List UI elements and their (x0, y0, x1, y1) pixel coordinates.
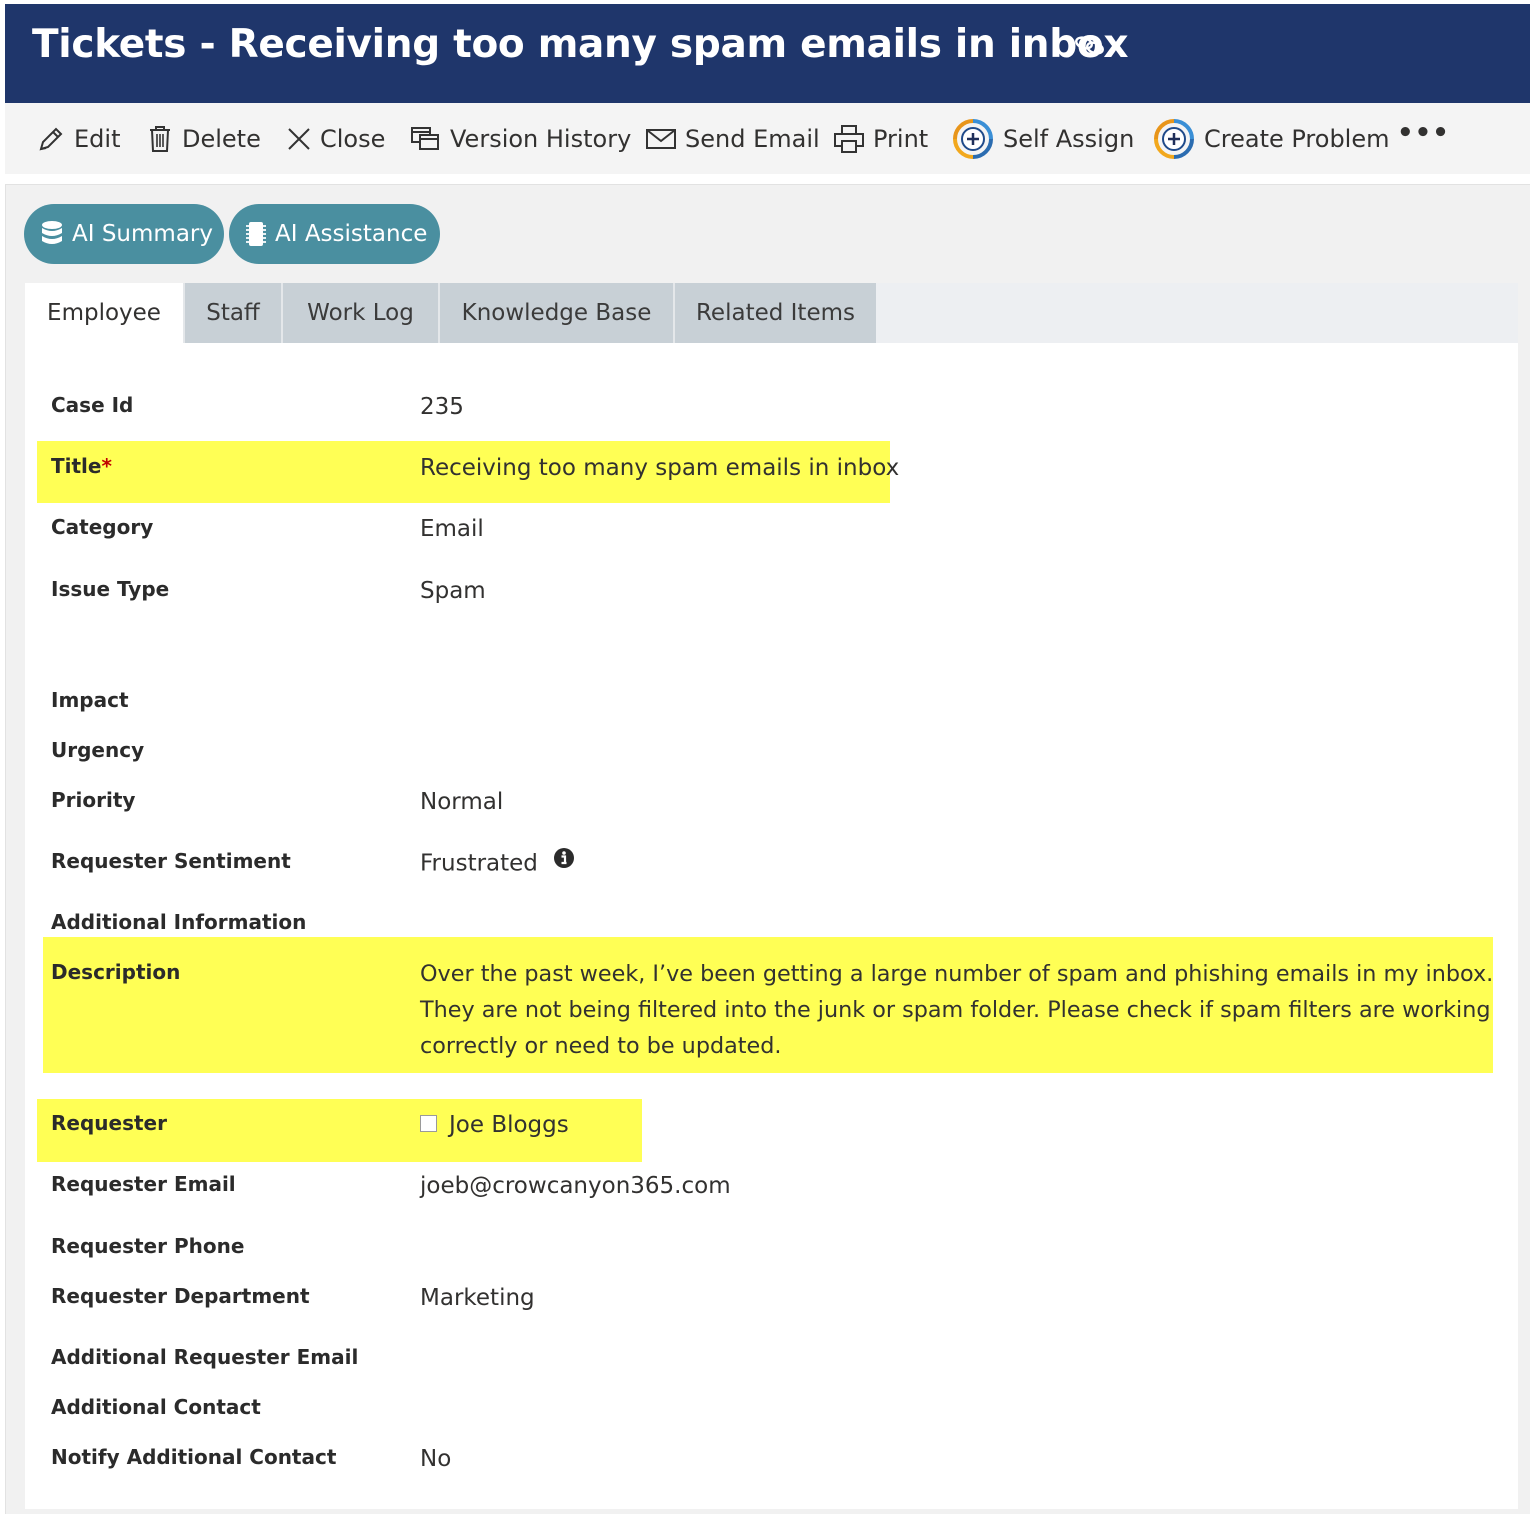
send-email-label: Send Email (685, 124, 820, 153)
required-marker: * (101, 454, 112, 478)
edit-button[interactable]: Edit (36, 103, 120, 174)
requester-name[interactable]: Joe Bloggs (449, 1112, 569, 1138)
tab-work-log[interactable]: Work Log (281, 283, 438, 343)
link-icon[interactable] (1073, 34, 1107, 62)
info-icon[interactable] (553, 847, 575, 875)
form-panel: AI Summary AI Assistance Employee Staff … (5, 184, 1530, 1514)
additional-contact-label: Additional Contact (51, 1395, 261, 1419)
requester-sentiment-label: Requester Sentiment (51, 849, 291, 873)
page-header: Tickets - Receiving too many spam emails… (5, 4, 1530, 103)
trash-icon (150, 125, 170, 152)
delete-button[interactable]: Delete (146, 103, 261, 174)
close-button[interactable]: Close (286, 103, 385, 174)
more-options-button[interactable]: ••• (1397, 97, 1450, 168)
employee-tab-content: Case Id 235 Title* Receiving too many sp… (25, 343, 1518, 1509)
command-toolbar: Edit Delete Close Version History Send E… (5, 103, 1530, 174)
self-assign-button[interactable]: Self Assign (951, 103, 1134, 174)
requester-value: Joe Bloggs (420, 1112, 569, 1138)
title-value: Receiving too many spam emails in inbox (420, 455, 900, 481)
priority-value: Normal (420, 789, 504, 815)
version-history-label: Version History (450, 124, 632, 153)
tab-knowledge-base[interactable]: Knowledge Base (438, 283, 673, 343)
title-label: Title* (51, 454, 112, 478)
delete-label: Delete (182, 124, 261, 153)
requester-sentiment-text: Frustrated (420, 850, 538, 877)
close-icon (288, 127, 310, 150)
requester-checkbox[interactable] (420, 1115, 437, 1132)
close-label: Close (320, 124, 386, 153)
category-label: Category (51, 515, 154, 539)
envelope-icon (646, 128, 676, 149)
additional-information-label: Additional Information (51, 910, 307, 934)
issue-type-label: Issue Type (51, 577, 170, 601)
description-label: Description (51, 960, 181, 984)
title-label-text: Title (51, 454, 102, 478)
print-button[interactable]: Print (833, 103, 928, 174)
category-value: Email (420, 516, 484, 542)
impact-label: Impact (51, 688, 129, 712)
description-value: Over the past week, I’ve been getting a … (420, 961, 1494, 1059)
pencil-icon (39, 127, 63, 150)
version-history-icon (411, 126, 439, 150)
page-title: Tickets - Receiving too many spam emails… (32, 22, 1129, 67)
edit-label: Edit (74, 124, 121, 153)
printer-icon (834, 124, 864, 153)
requester-phone-label: Requester Phone (51, 1234, 245, 1258)
ai-summary-button[interactable]: AI Summary (24, 204, 224, 264)
tab-staff[interactable]: Staff (183, 283, 281, 343)
self-assign-label: Self Assign (1003, 124, 1135, 153)
version-history-button[interactable]: Version History (410, 103, 631, 174)
requester-label: Requester (51, 1111, 167, 1135)
send-email-button[interactable]: Send Email (645, 103, 820, 174)
tab-bar: Employee Staff Work Log Knowledge Base R… (25, 283, 1518, 343)
create-problem-label: Create Problem (1204, 124, 1390, 153)
ai-assistance-label: AI Assistance (275, 221, 428, 247)
requester-department-value: Marketing (420, 1285, 535, 1311)
urgency-label: Urgency (51, 738, 145, 762)
assign-plus-icon (953, 118, 993, 159)
tab-related-items[interactable]: Related Items (673, 283, 876, 343)
ai-summary-label: AI Summary (72, 221, 213, 247)
requester-department-label: Requester Department (51, 1284, 310, 1308)
database-icon (42, 221, 62, 244)
requester-email-label: Requester Email (51, 1172, 236, 1196)
create-problem-button[interactable]: Create Problem (1152, 103, 1390, 174)
assign-plus-icon (1154, 118, 1194, 159)
case-id-value: 235 (420, 394, 464, 420)
priority-label: Priority (51, 788, 136, 812)
issue-type-value: Spam (420, 578, 486, 604)
chip-icon (246, 222, 266, 246)
notify-additional-contact-value: No (420, 1446, 452, 1472)
print-label: Print (873, 124, 929, 153)
additional-requester-email-label: Additional Requester Email (51, 1345, 359, 1369)
ai-assistance-button[interactable]: AI Assistance (229, 204, 440, 264)
case-id-label: Case Id (51, 393, 134, 417)
tab-employee[interactable]: Employee (25, 283, 183, 343)
requester-email-value: joeb@crowcanyon365.com (420, 1173, 731, 1199)
requester-sentiment-value: Frustrated (420, 847, 575, 878)
notify-additional-contact-label: Notify Additional Contact (51, 1445, 337, 1469)
